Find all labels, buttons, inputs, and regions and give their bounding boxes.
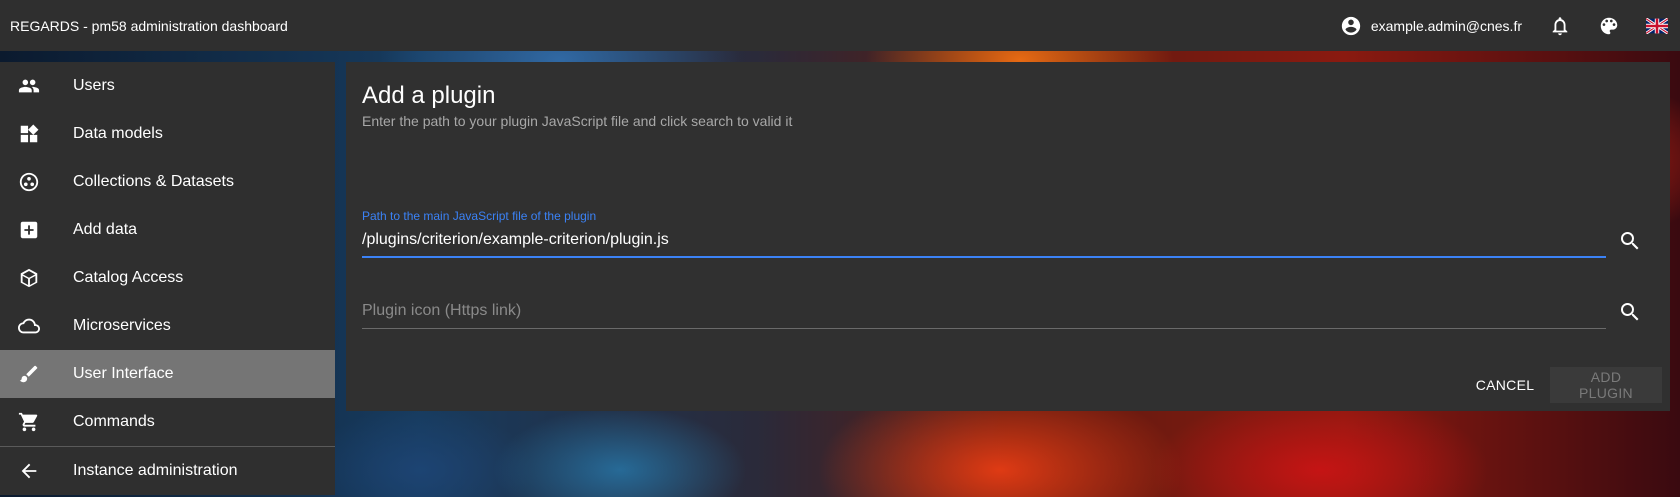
sidebar-item-catalog-access[interactable]: Catalog Access [0, 254, 335, 302]
search-icon[interactable] [1618, 300, 1642, 324]
add-plugin-button[interactable]: Add plugin [1550, 367, 1662, 403]
arrow-back-icon [17, 459, 41, 483]
sidebar-item-add-data[interactable]: Add data [0, 206, 335, 254]
cancel-button[interactable]: Cancel [1464, 367, 1546, 403]
top-app-bar: REGARDS - pm58 administration dashboard … [0, 0, 1680, 51]
sidebar-item-commands[interactable]: Commands [0, 398, 335, 446]
plugin-path-label: Path to the main JavaScript file of the … [362, 209, 597, 223]
widgets-icon [17, 122, 41, 146]
people-icon [17, 74, 41, 98]
uk-flag-icon[interactable] [1645, 16, 1669, 35]
sidebar-item-label: Add data [73, 221, 138, 238]
sidebar-item-data-models[interactable]: Data models [0, 110, 335, 158]
user-email: example.admin@cnes.fr [1370, 17, 1522, 34]
sidebar-item-user-interface[interactable]: User Interface [0, 350, 335, 398]
sidebar-item-microservices[interactable]: Microservices [0, 302, 335, 350]
sidebar-item-label: Instance administration [73, 461, 238, 479]
app-title: REGARDS - pm58 administration dashboard [10, 17, 288, 34]
cart-icon [17, 410, 41, 434]
search-icon[interactable] [1618, 229, 1642, 253]
catalog-cube-icon [17, 266, 41, 290]
notifications-icon[interactable] [1548, 14, 1572, 38]
sidebar-item-label: Data models [73, 125, 163, 142]
user-menu[interactable]: example.admin@cnes.fr [1339, 14, 1522, 38]
sidebar-item-label: Microservices [73, 317, 171, 334]
sidebar-item-label: Catalog Access [73, 269, 184, 286]
top-bar-actions: example.admin@cnes.fr [1339, 0, 1680, 51]
sidebar-item-label: Users [73, 77, 115, 94]
dialog-title: Add a plugin [362, 82, 496, 109]
plugin-path-field: Path to the main JavaScript file of the … [362, 209, 1606, 258]
dialog-actions: Cancel Add plugin [1464, 367, 1662, 403]
sidebar-item-collections-datasets[interactable]: Collections & Datasets [0, 158, 335, 206]
cloud-icon [17, 314, 41, 338]
plugin-path-input[interactable] [362, 229, 1606, 251]
plugin-icon-underline [362, 328, 1606, 329]
plugin-icon-input[interactable] [362, 300, 1606, 322]
add-box-icon [17, 218, 41, 242]
sidebar-item-label: User Interface [73, 365, 174, 382]
sidebar-item-label: Collections & Datasets [73, 173, 234, 190]
palette-icon[interactable] [1597, 14, 1621, 38]
sidebar-item-instance-administration[interactable]: Instance administration [0, 446, 335, 494]
add-plugin-dialog: Add a plugin Enter the path to your plug… [346, 62, 1670, 411]
dialog-subtitle: Enter the path to your plugin JavaScript… [362, 113, 793, 129]
sidebar-item-users[interactable]: Users [0, 62, 335, 110]
sidebar-item-label: Commands [73, 413, 155, 430]
plugin-path-underline [362, 256, 1606, 258]
collections-icon [17, 170, 41, 194]
plugin-icon-field [362, 300, 1606, 329]
sidebar-menu: Users Data models Collections & Datasets… [0, 62, 335, 495]
account-circle-icon [1339, 14, 1363, 38]
brush-icon [17, 362, 41, 386]
